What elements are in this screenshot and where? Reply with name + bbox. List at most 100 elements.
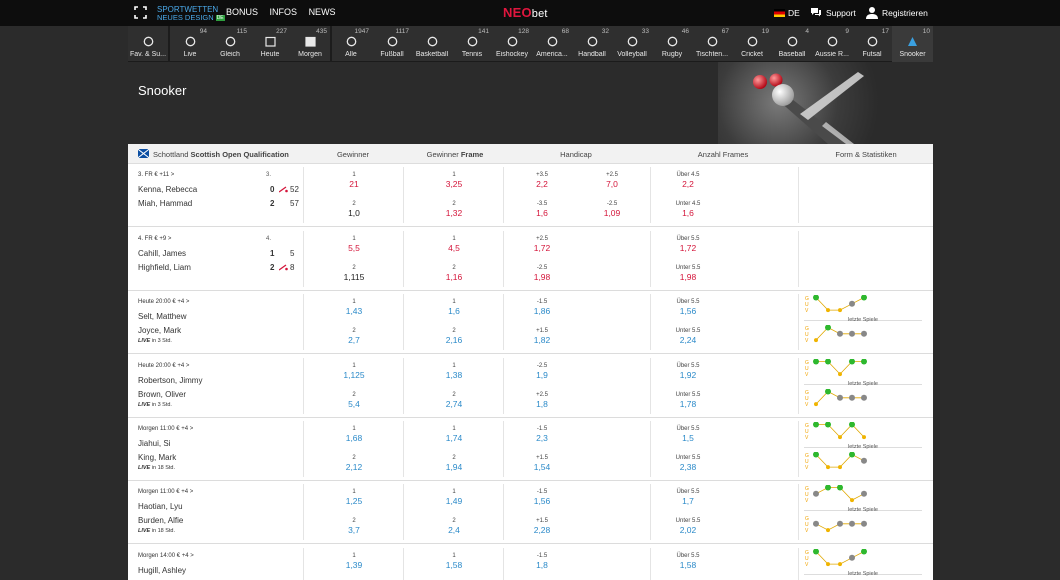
odds-button[interactable]: -2.5 1,98 bbox=[522, 264, 562, 283]
odds-button[interactable]: 2 2,12 bbox=[334, 454, 374, 473]
odds-button[interactable]: +2.5 1,72 bbox=[522, 235, 562, 254]
german-flag-icon[interactable] bbox=[774, 9, 785, 17]
odds-button[interactable]: Über 5.5 1,92 bbox=[668, 362, 708, 381]
event-meta-link[interactable]: Morgen 11:00 € +4 > bbox=[138, 426, 193, 432]
event-meta-link[interactable]: Heute 20:00 € +4 > bbox=[138, 363, 189, 369]
player-2-name[interactable]: Miah, Hammad bbox=[138, 199, 192, 208]
sport-tab-20[interactable]: 10 Snooker bbox=[892, 26, 933, 62]
user-icon[interactable] bbox=[866, 6, 878, 19]
sport-tab-12[interactable]: 32 Handball bbox=[572, 26, 612, 62]
player-1-name[interactable]: Hugill, Ashley bbox=[138, 566, 186, 575]
odds-button[interactable]: -2.5 1,9 bbox=[522, 362, 562, 381]
odds-button[interactable]: Unter 5.5 1,78 bbox=[668, 391, 708, 410]
odds-button[interactable]: 1 1,25 bbox=[334, 488, 374, 507]
odds-button[interactable]: 1 1,74 bbox=[434, 425, 474, 444]
neobet-logo[interactable]: NEObet bbox=[503, 5, 548, 20]
odds-button[interactable]: Über 5.5 1,5 bbox=[668, 425, 708, 444]
form-statistics[interactable]: GUVletzte SpieleGUV bbox=[804, 291, 924, 354]
sport-tab-7[interactable]: 1117 Fußball bbox=[372, 26, 412, 62]
odds-button[interactable]: 2 2,74 bbox=[434, 391, 474, 410]
support-link[interactable]: Support bbox=[826, 8, 856, 18]
odds-button[interactable]: 2 1,16 bbox=[434, 264, 474, 283]
player-1-name[interactable]: Cahill, James bbox=[138, 249, 186, 258]
odds-button[interactable]: -1.5 2,3 bbox=[522, 425, 562, 444]
event-meta-link[interactable]: Heute 20:00 € +4 > bbox=[138, 299, 189, 305]
odds-button[interactable]: 2 1,94 bbox=[434, 454, 474, 473]
form-statistics[interactable]: GUVletzte SpieleGUV bbox=[804, 355, 924, 418]
odds-button[interactable]: 1 1,68 bbox=[334, 425, 374, 444]
sport-tab-19[interactable]: 17 Futsal bbox=[852, 26, 892, 62]
sport-tab-16[interactable]: 19 Cricket bbox=[732, 26, 772, 62]
odds-button[interactable]: 1 1,43 bbox=[334, 298, 374, 317]
sport-tab-14[interactable]: 46 Rugby bbox=[652, 26, 692, 62]
odds-button[interactable]: -2.5 1,09 bbox=[592, 200, 632, 219]
player-1-name[interactable]: Robertson, Jimmy bbox=[138, 376, 202, 385]
player-2-name[interactable]: Brown, Oliver bbox=[138, 390, 186, 399]
odds-button[interactable]: 2 5,4 bbox=[334, 391, 374, 410]
nav-bonus[interactable]: BONUS bbox=[226, 7, 258, 17]
odds-button[interactable]: -1.5 1,86 bbox=[522, 298, 562, 317]
odds-button[interactable]: +3.5 2,2 bbox=[522, 171, 562, 190]
odds-button[interactable]: Unter 5.5 1,98 bbox=[668, 264, 708, 283]
odds-button[interactable]: 1 1,39 bbox=[334, 552, 374, 571]
sport-tab-3[interactable]: 115 Gleich bbox=[210, 26, 250, 62]
odds-button[interactable]: 1 1,58 bbox=[434, 552, 474, 571]
player-1-name[interactable]: Jiahui, Si bbox=[138, 439, 170, 448]
odds-button[interactable]: 1 1,38 bbox=[434, 362, 474, 381]
odds-button[interactable]: 1 1,6 bbox=[434, 298, 474, 317]
odds-button[interactable]: +1.5 2,28 bbox=[522, 517, 562, 536]
sport-tab-5[interactable]: 435 Morgen bbox=[290, 26, 330, 62]
odds-button[interactable]: Unter 5.5 2,38 bbox=[668, 454, 708, 473]
odds-button[interactable]: Unter 4.5 1,6 bbox=[668, 200, 708, 219]
odds-button[interactable]: Über 5.5 1,72 bbox=[668, 235, 708, 254]
odds-button[interactable]: Über 4.5 2,2 bbox=[668, 171, 708, 190]
odds-button[interactable]: 2 2,4 bbox=[434, 517, 474, 536]
form-statistics[interactable]: GUVletzte SpieleGUV bbox=[804, 545, 924, 580]
language-selector[interactable]: DE bbox=[788, 8, 800, 18]
odds-button[interactable]: +2.5 1,8 bbox=[522, 391, 562, 410]
odds-button[interactable]: 1 1,125 bbox=[334, 362, 374, 381]
odds-button[interactable]: 1 4,5 bbox=[434, 235, 474, 254]
odds-button[interactable]: +1.5 1,82 bbox=[522, 327, 562, 346]
player-1-name[interactable]: Kenna, Rebecca bbox=[138, 185, 197, 194]
sport-tab-4[interactable]: 227 Heute bbox=[250, 26, 290, 62]
odds-button[interactable]: Über 5.5 1,56 bbox=[668, 298, 708, 317]
sport-tab-17[interactable]: 4 Baseball bbox=[772, 26, 812, 62]
odds-button[interactable]: 2 2,16 bbox=[434, 327, 474, 346]
player-2-name[interactable]: King, Mark bbox=[138, 453, 176, 462]
fullscreen-icon[interactable] bbox=[134, 6, 147, 19]
odds-button[interactable]: 2 2,7 bbox=[334, 327, 374, 346]
form-statistics[interactable]: GUVletzte SpieleGUV bbox=[804, 481, 924, 544]
odds-button[interactable]: Unter 5.5 2,02 bbox=[668, 517, 708, 536]
register-link[interactable]: Registrieren bbox=[882, 8, 928, 18]
event-meta-link[interactable]: Morgen 11:00 € +4 > bbox=[138, 489, 193, 495]
sport-tab-18[interactable]: 9 Aussie R... bbox=[812, 26, 852, 62]
player-2-name[interactable]: Highfield, Liam bbox=[138, 263, 191, 272]
nav-infos[interactable]: INFOS bbox=[270, 7, 298, 17]
event-meta-link[interactable]: Morgen 14:00 € +4 > bbox=[138, 553, 194, 559]
odds-button[interactable]: 2 1,115 bbox=[334, 264, 374, 283]
odds-button[interactable]: 2 3,7 bbox=[334, 517, 374, 536]
odds-button[interactable]: 1 1,49 bbox=[434, 488, 474, 507]
event-meta-link[interactable]: 4. FR € +9 > bbox=[138, 236, 171, 242]
sport-tab-10[interactable]: 128 Eishockey bbox=[492, 26, 532, 62]
odds-button[interactable]: -1.5 1,8 bbox=[522, 552, 562, 571]
sport-tab-8[interactable]: Basketball bbox=[412, 26, 452, 62]
odds-button[interactable]: +2.5 7,0 bbox=[592, 171, 632, 190]
odds-button[interactable]: Über 5.5 1,58 bbox=[668, 552, 708, 571]
odds-button[interactable]: 2 1,32 bbox=[434, 200, 474, 219]
sport-tab-13[interactable]: 33 Volleyball bbox=[612, 26, 652, 62]
sport-tab-2[interactable]: 94 Live bbox=[170, 26, 210, 62]
player-2-name[interactable]: Joyce, Mark bbox=[138, 326, 181, 335]
nav-news[interactable]: NEWS bbox=[309, 7, 336, 17]
odds-button[interactable]: 1 21 bbox=[334, 171, 374, 190]
player-2-name[interactable]: Burden, Alfie bbox=[138, 516, 183, 525]
odds-button[interactable]: Über 5.5 1,7 bbox=[668, 488, 708, 507]
odds-button[interactable]: Unter 5.5 2,24 bbox=[668, 327, 708, 346]
odds-button[interactable]: -1.5 1,56 bbox=[522, 488, 562, 507]
form-statistics[interactable]: GUVletzte SpieleGUV bbox=[804, 418, 924, 481]
sport-tab-1[interactable]: Fav. & Su... bbox=[128, 26, 168, 62]
odds-button[interactable]: 1 3,25 bbox=[434, 171, 474, 190]
brand-link[interactable]: SPORTWETTEN NEUES DESIGN DE bbox=[157, 6, 225, 22]
chat-bubble-icon[interactable] bbox=[810, 7, 822, 17]
